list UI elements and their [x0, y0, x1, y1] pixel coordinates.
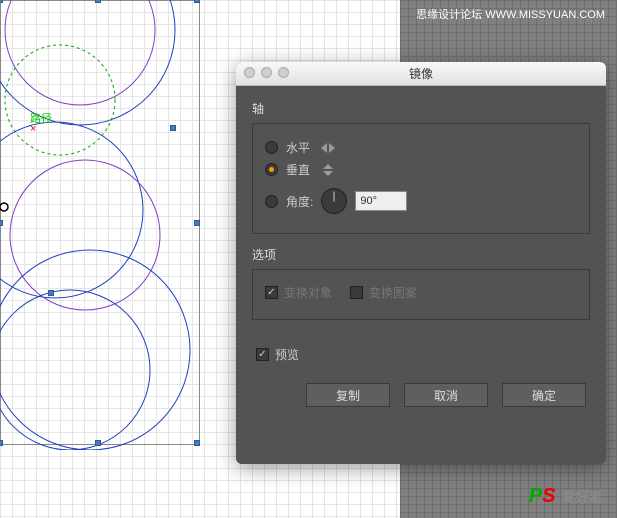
transform-objects-row: 变换对象 — [265, 284, 332, 301]
anchor-point[interactable] — [170, 125, 176, 131]
minimize-button[interactable] — [261, 67, 272, 78]
axis-group: 轴 水平 垂直 角度: — [252, 100, 590, 234]
anchor-point[interactable] — [95, 440, 101, 446]
horizontal-flip-icon — [318, 140, 338, 156]
transform-objects-label: 变换对象 — [284, 284, 332, 301]
checkbox-preview[interactable] — [256, 348, 269, 361]
angle-label: 角度: — [286, 193, 313, 210]
axis-horizontal-row[interactable]: 水平 — [265, 139, 577, 156]
anchor-point[interactable] — [0, 440, 3, 446]
radio-angle[interactable] — [265, 195, 278, 208]
options-group-box: 变换对象 变换图案 — [252, 269, 590, 320]
anchor-point[interactable] — [194, 220, 200, 226]
checkbox-transform-objects — [265, 286, 278, 299]
anchor-point[interactable] — [48, 290, 54, 296]
anchor-point[interactable] — [194, 0, 200, 3]
path-x-marker: × — [30, 123, 36, 135]
anchor-point[interactable] — [0, 220, 3, 226]
axis-group-box: 水平 垂直 角度: — [252, 123, 590, 234]
window-controls — [244, 67, 289, 78]
artboard-bounds — [0, 0, 200, 445]
cancel-button[interactable]: 取消 — [404, 383, 488, 407]
options-group: 选项 变换对象 变换图案 — [252, 246, 590, 320]
anchor-point[interactable] — [0, 0, 3, 3]
angle-dial[interactable] — [321, 188, 347, 214]
radio-vertical-label: 垂直 — [286, 161, 310, 178]
radio-horizontal[interactable] — [265, 141, 278, 154]
ok-button[interactable]: 确定 — [502, 383, 586, 407]
anchor-point[interactable] — [95, 0, 101, 3]
options-group-label: 选项 — [252, 246, 590, 263]
dialog-body: 轴 水平 垂直 角度: — [236, 86, 606, 421]
dialog-buttons: 复制 取消 确定 — [252, 377, 590, 407]
zoom-button[interactable] — [278, 67, 289, 78]
dialog-title: 镜像 — [409, 67, 433, 81]
axis-angle-row[interactable]: 角度: — [265, 188, 577, 214]
preview-row[interactable]: 预览 — [252, 332, 590, 377]
preview-label: 预览 — [275, 346, 299, 363]
copy-button[interactable]: 复制 — [306, 383, 390, 407]
anchor-point[interactable] — [194, 440, 200, 446]
axis-vertical-row[interactable]: 垂直 — [265, 161, 577, 178]
transform-patterns-label: 变换图案 — [369, 284, 417, 301]
dialog-titlebar[interactable]: 镜像 — [236, 62, 606, 86]
axis-group-label: 轴 — [252, 100, 590, 117]
radio-vertical[interactable] — [265, 163, 278, 176]
close-button[interactable] — [244, 67, 255, 78]
watermark-top: 思缘设计论坛 WWW.MISSYUAN.COM — [416, 6, 605, 22]
watermark-logo: PS 爱好者 — [529, 485, 603, 508]
checkbox-transform-patterns — [350, 286, 363, 299]
vertical-flip-icon — [318, 162, 338, 178]
reflect-dialog: 镜像 轴 水平 垂直 — [236, 62, 606, 464]
angle-input[interactable] — [355, 191, 407, 211]
transform-patterns-row: 变换图案 — [350, 284, 417, 301]
radio-horizontal-label: 水平 — [286, 139, 310, 156]
